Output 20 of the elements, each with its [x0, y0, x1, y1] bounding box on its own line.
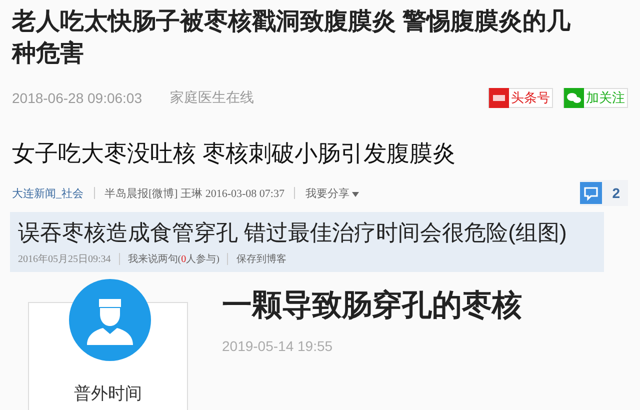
account-button[interactable]: 头条号: [488, 88, 553, 108]
source-name: 家庭医生在线: [170, 89, 254, 107]
caret-icon: [352, 192, 360, 196]
category-link[interactable]: 大连新闻_社会: [12, 186, 84, 200]
article-meta: 半岛晨报[微博] 王琳 2016-03-08 07:37: [104, 186, 284, 200]
share-link[interactable]: 我要分享: [305, 186, 360, 200]
headline: 老人吃太快肠子被枣核戳洞致腹膜炎 警惕腹膜炎的几种危害: [12, 7, 572, 69]
comment-icon: [580, 182, 602, 204]
date: 2019-05-14 19:55: [222, 338, 334, 354]
chat-bubbles-icon: [564, 88, 584, 108]
follow-button[interactable]: 加关注: [563, 88, 628, 108]
timestamp: 2018-06-28 09:06:03: [12, 90, 142, 106]
headline: 一颗导致肠穿孔的枣核: [222, 288, 522, 324]
headline: 女子吃大枣没吐核 枣核刺破小肠引发腹膜炎: [11, 139, 456, 168]
author-name: 普外时间: [74, 384, 142, 404]
headline: 误吞枣核造成食管穿孔 错过最佳治疗时间会很危险(组图): [18, 219, 568, 247]
comment-link[interactable]: 我来说两句(0人参与): [128, 252, 220, 266]
date: 2016年05月25日09:34: [18, 253, 111, 266]
save-link[interactable]: 保存到博客: [236, 252, 286, 266]
comment-count[interactable]: 2: [580, 180, 628, 206]
